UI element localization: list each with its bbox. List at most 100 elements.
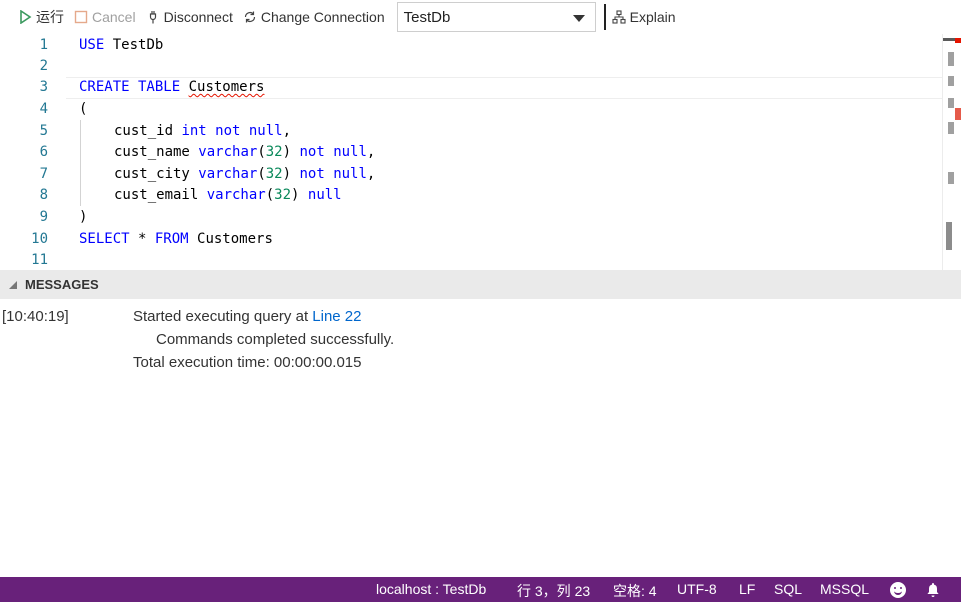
line-number: 9 (39, 209, 48, 225)
code-line: 1 USE TestDb (0, 35, 942, 56)
code-line: 10 SELECT * FROM Customers (0, 229, 942, 250)
code-line: 4 ( (0, 99, 942, 120)
sql-keyword: not null (291, 166, 367, 182)
line-number: 11 (31, 252, 48, 268)
overview-error-marker (955, 38, 961, 43)
chevron-down-icon (572, 15, 585, 22)
overview-marker (948, 52, 954, 66)
code-line: 9 ) (0, 207, 942, 228)
message-timestamp: [10:40:19] (2, 308, 69, 325)
disconnect-icon (149, 11, 156, 24)
sql-keyword: SELECT (79, 231, 130, 247)
sql-punct: ( (265, 187, 275, 203)
explain-button[interactable]: Explain (612, 5, 676, 29)
line-number: 6 (39, 144, 48, 160)
sql-identifier: cust_name (114, 144, 199, 160)
cancel-icon (74, 10, 88, 24)
sql-type: varchar (198, 144, 258, 160)
run-icon (20, 10, 32, 24)
overview-marker (948, 98, 954, 108)
cancel-label: Cancel (92, 9, 136, 25)
sql-identifier-error: Customers (188, 79, 265, 95)
sql-keyword: null (299, 187, 342, 203)
sql-type: int (181, 123, 207, 139)
sql-keyword: CREATE TABLE (79, 79, 181, 95)
overview-marker (948, 76, 954, 86)
sql-keyword: USE (79, 37, 105, 53)
sql-keyword: not null (206, 123, 283, 139)
sql-number: 32 (265, 144, 283, 160)
line-number: 7 (39, 166, 48, 182)
line-number: 5 (39, 123, 48, 139)
code-text: ( (79, 101, 88, 117)
sql-number: 32 (265, 166, 283, 182)
sql-operator: * (129, 231, 155, 247)
change-connection-button[interactable]: Change Connection (243, 5, 385, 29)
status-language[interactable]: SQL (774, 581, 802, 597)
line-number: 3 (39, 79, 48, 95)
code-line: 5 cust_id int not null, (0, 121, 942, 142)
status-eol[interactable]: LF (739, 581, 755, 597)
status-cursor-position[interactable]: 行 3，列 23 (517, 581, 590, 601)
status-encoding[interactable]: UTF-8 (677, 581, 717, 597)
sql-punct: ) (282, 166, 292, 182)
line-link[interactable]: Line 22 (312, 308, 361, 325)
sql-identifier: cust_city (114, 166, 199, 182)
sql-punct: ( (257, 166, 266, 182)
change-connection-icon (244, 11, 255, 23)
sql-editor[interactable]: 1 USE TestDb 2 3 CREATE TABLE Customers … (0, 34, 961, 270)
collapse-triangle-icon[interactable] (9, 280, 17, 289)
sql-punct: , (366, 166, 376, 182)
feedback-smiley-icon[interactable] (890, 582, 906, 598)
notification-bell-icon[interactable] (926, 582, 940, 598)
sql-identifier: TestDb (104, 37, 164, 53)
sql-identifier: Customers (188, 231, 273, 247)
line-number: 1 (39, 37, 48, 53)
overview-marker (948, 122, 954, 134)
code-line: 2 (0, 56, 942, 77)
status-connection[interactable]: localhost : TestDb (376, 581, 486, 597)
change-connection-label: Change Connection (260, 9, 385, 25)
sql-number: 32 (274, 187, 292, 203)
status-bar: localhost : TestDb 行 3，列 23 空格: 4 UTF-8 … (0, 577, 961, 602)
message-line: Commands completed successfully. (156, 331, 395, 348)
disconnect-label: Disconnect (163, 9, 233, 25)
overview-marker (948, 172, 954, 184)
code-line: 6 cust_name varchar(32) not null, (0, 142, 942, 163)
cancel-button[interactable]: Cancel (74, 5, 136, 29)
sql-keyword: not null (291, 144, 367, 160)
sql-type: varchar (198, 166, 258, 182)
disconnect-button[interactable]: Disconnect (146, 5, 233, 29)
run-label: 运行 (36, 9, 64, 25)
sql-keyword: FROM (154, 231, 189, 247)
sql-type: varchar (206, 187, 266, 203)
editor-scrollbar-thumb[interactable] (946, 222, 952, 250)
line-number: 10 (31, 231, 48, 247)
toolbar-separator (603, 4, 606, 30)
code-text: ) (79, 209, 88, 225)
explain-icon (612, 10, 626, 24)
explain-label: Explain (629, 9, 676, 25)
run-button[interactable]: 运行 (18, 5, 64, 29)
code-line: 11 (0, 250, 942, 270)
overview-error-marker (955, 108, 961, 120)
status-provider[interactable]: MSSQL (820, 581, 869, 597)
messages-panel-header[interactable]: MESSAGES (0, 270, 961, 299)
sql-identifier: cust_id (114, 123, 182, 139)
sql-identifier: cust_email (114, 187, 207, 203)
code-line: 7 cust_city varchar(32) not null, (0, 164, 942, 185)
line-number: 2 (39, 58, 48, 74)
messages-title: MESSAGES (25, 277, 99, 292)
query-toolbar: 运行 Cancel Disconnect Change Connection T… (0, 0, 961, 34)
messages-panel: [10:40:19] Started executing query at Li… (0, 299, 961, 577)
code-line: 3 CREATE TABLE Customers (0, 77, 942, 98)
database-select[interactable]: TestDb (396, 2, 596, 32)
message-line: Started executing query at Line 22 (133, 308, 362, 325)
code-line: 8 cust_email varchar(32) null (0, 185, 942, 206)
line-number: 4 (39, 101, 48, 117)
line-number: 8 (39, 187, 48, 203)
sql-punct: , (282, 123, 292, 139)
message-text: Started executing query at (133, 308, 313, 325)
status-indentation[interactable]: 空格: 4 (613, 581, 657, 601)
sql-punct: , (366, 144, 376, 160)
